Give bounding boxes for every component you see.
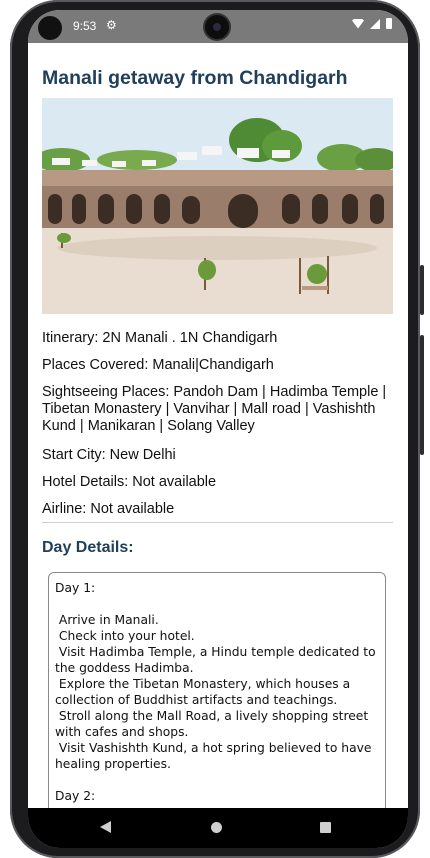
settings-icon: ⚙: [106, 18, 117, 32]
status-bar: 9:53 ⚙: [28, 10, 408, 43]
section-divider: [42, 522, 393, 523]
hotel-details-text: Hotel Details: Not available: [42, 474, 217, 490]
sightseeing-places-text: Sightseeing Places: Pandoh Dam | Hadimba…: [42, 384, 387, 434]
device: 9:53 ⚙ Manali getaway from Chandigarh It…: [0, 0, 430, 858]
battery-icon: [386, 18, 392, 29]
front-camera-icon: [205, 15, 229, 39]
day-details-heading: Day Details:: [42, 539, 134, 556]
wifi-icon: [352, 18, 364, 29]
landmark-photo: [42, 98, 393, 314]
screen: 9:53 ⚙ Manali getaway from Chandigarh It…: [28, 10, 408, 848]
power-button[interactable]: [420, 335, 424, 455]
home-icon[interactable]: [211, 822, 222, 833]
places-covered-text: Places Covered: Manali|Chandigarh: [42, 357, 274, 373]
airline-text: Airline: Not available: [42, 501, 175, 517]
status-icons: [352, 18, 392, 29]
volume-button[interactable]: [420, 265, 424, 315]
notification-dot-icon: [38, 16, 62, 40]
itinerary-text: Itinerary: 2N Manali . 1N Chandigarh: [42, 330, 278, 346]
package-details-content[interactable]: Manali getaway from Chandigarh Itinerary…: [28, 43, 408, 808]
recents-icon[interactable]: [320, 822, 331, 833]
navigation-bar: [28, 808, 408, 848]
day-details-text: Day 1: Arrive in Manali. Check into your…: [55, 581, 376, 803]
status-time: 9:53: [73, 19, 97, 33]
page-title: Manali getaway from Chandigarh: [42, 67, 348, 89]
hero-image: [42, 98, 393, 314]
back-icon[interactable]: [100, 821, 111, 833]
signal-icon: [370, 18, 380, 29]
day-details-textarea[interactable]: Day 1: Arrive in Manali. Check into your…: [48, 572, 386, 808]
start-city-text: Start City: New Delhi: [42, 447, 176, 463]
